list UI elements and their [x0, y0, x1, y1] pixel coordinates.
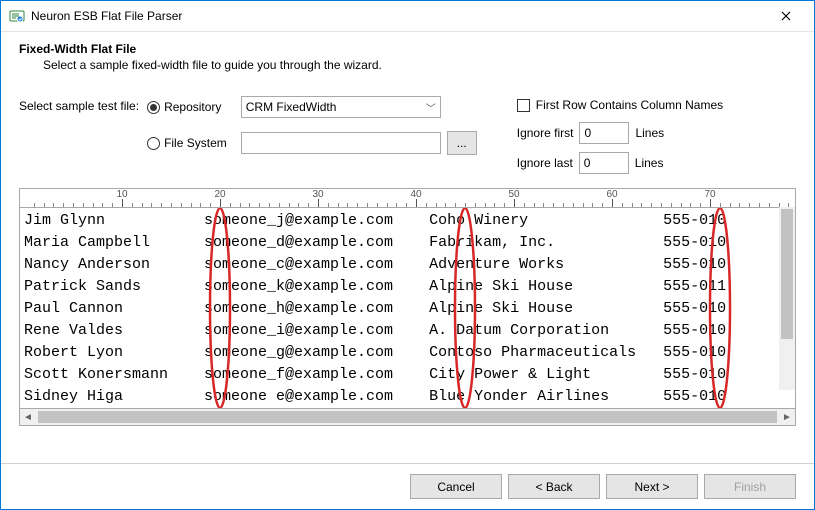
app-icon: [9, 8, 25, 24]
select-file-label: Select sample test file:: [19, 96, 139, 113]
next-button[interactable]: Next >: [606, 474, 698, 499]
close-button[interactable]: [766, 1, 806, 31]
first-row-headers-checkbox[interactable]: First Row Contains Column Names: [517, 96, 723, 114]
repository-radio-label: Repository: [164, 100, 221, 114]
horizontal-scrollbar[interactable]: ◄ ►: [19, 409, 796, 426]
window-title: Neuron ESB Flat File Parser: [31, 9, 766, 23]
column-ruler[interactable]: 1020304050607080: [19, 188, 796, 207]
preview-section: 1020304050607080 Jim Glynn someone_j@exa…: [19, 188, 796, 463]
filesystem-radio-label: File System: [164, 136, 227, 150]
scroll-thumb[interactable]: [38, 411, 777, 423]
preview-text: Jim Glynn someone_j@example.com Coho Win…: [20, 208, 795, 409]
wizard-header: Fixed-Width Flat File Select a sample fi…: [1, 32, 814, 72]
browse-button-label: ...: [457, 136, 467, 150]
scroll-right-icon[interactable]: ►: [779, 409, 795, 425]
browse-button[interactable]: ...: [447, 131, 477, 155]
repository-radio[interactable]: Repository: [147, 96, 227, 118]
finish-button: Finish: [704, 474, 796, 499]
cancel-button[interactable]: Cancel: [410, 474, 502, 499]
form-area: Select sample test file: Repository File…: [1, 72, 814, 182]
checkbox-icon: [517, 99, 530, 112]
ignore-last-value: 0: [584, 156, 591, 170]
dialog-window: Neuron ESB Flat File Parser Fixed-Width …: [0, 0, 815, 510]
repository-combo-value: CRM FixedWidth: [246, 100, 337, 114]
lines-label: Lines: [635, 156, 664, 170]
wizard-footer: Cancel < Back Next > Finish: [1, 463, 814, 509]
ignore-last-label: Ignore last: [517, 156, 573, 170]
options-section: First Row Contains Column Names Ignore f…: [517, 96, 723, 174]
ignore-first-value: 0: [584, 126, 591, 140]
chevron-down-icon: ﹀: [426, 100, 436, 115]
first-row-headers-label: First Row Contains Column Names: [536, 98, 723, 112]
preview-pane[interactable]: Jim Glynn someone_j@example.com Coho Win…: [19, 207, 796, 409]
scroll-thumb[interactable]: [781, 209, 793, 339]
page-title: Fixed-Width Flat File: [19, 42, 796, 56]
lines-label: Lines: [635, 126, 664, 140]
radio-icon: [147, 101, 160, 114]
titlebar: Neuron ESB Flat File Parser: [1, 1, 814, 32]
repository-combo[interactable]: CRM FixedWidth ﹀: [241, 96, 441, 118]
ignore-first-label: Ignore first: [517, 126, 574, 140]
radio-icon: [147, 137, 160, 150]
page-subtitle: Select a sample fixed-width file to guid…: [19, 56, 796, 72]
scroll-left-icon[interactable]: ◄: [20, 409, 36, 425]
back-button[interactable]: < Back: [508, 474, 600, 499]
filesystem-radio[interactable]: File System: [147, 132, 227, 154]
vertical-scrollbar[interactable]: [779, 207, 795, 390]
filesystem-path-input[interactable]: [241, 132, 441, 154]
ignore-last-input[interactable]: 0: [579, 152, 629, 174]
source-section: Select sample test file: Repository File…: [19, 96, 477, 174]
ignore-first-input[interactable]: 0: [579, 122, 629, 144]
